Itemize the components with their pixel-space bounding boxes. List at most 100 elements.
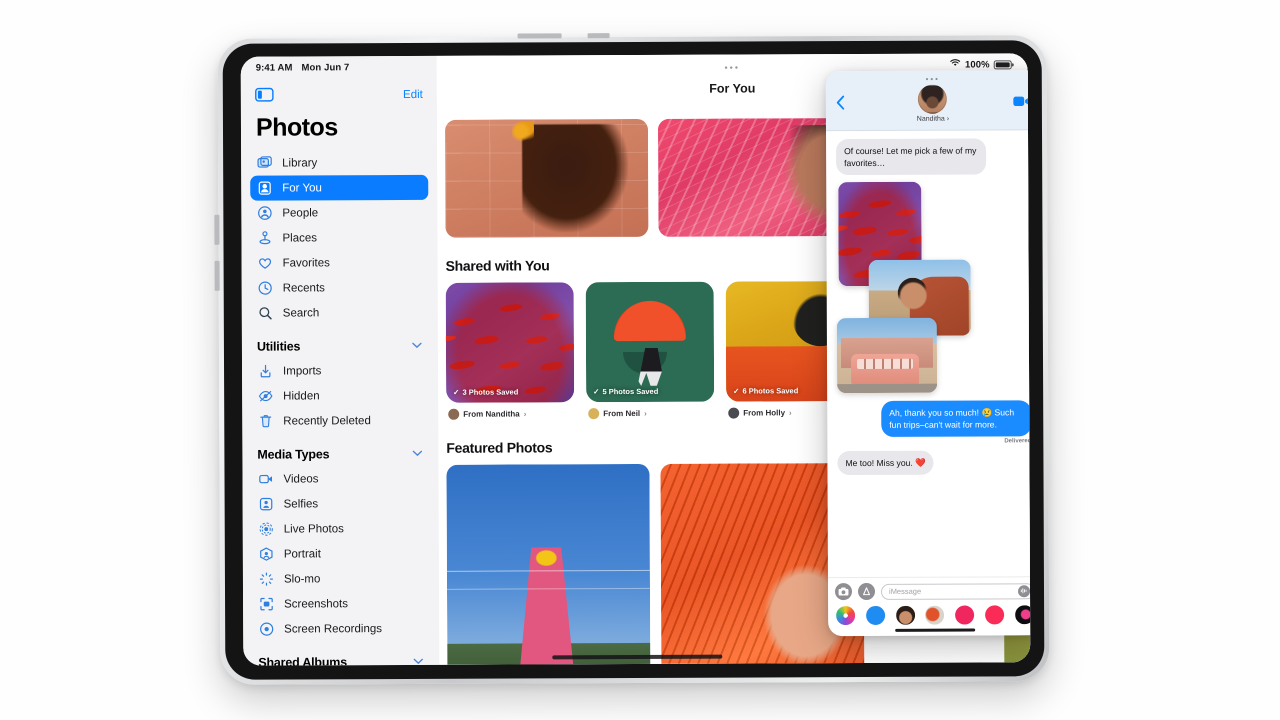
sidebar-item-label: Recently Deleted — [283, 414, 371, 428]
sidebar-group-media-types[interactable]: Media Types — [251, 433, 429, 467]
sidebar-item-label: Screen Recordings — [284, 622, 383, 636]
imessage-input[interactable]: iMessage — [880, 582, 1031, 600]
sidebar-item-label: Selfies — [283, 497, 319, 511]
sidebar-primary-list: Library For You People Places Favorites … — [241, 150, 439, 666]
photos-app-icon[interactable] — [836, 606, 856, 626]
screenshot-root: 9:41 AM Mon Jun 7 100% Edit Photos Libra… — [0, 0, 1280, 720]
sidebar-item-favorites[interactable]: Favorites — [251, 250, 429, 276]
sidebar-item-label: Places — [282, 231, 318, 245]
images-search-app-icon[interactable] — [955, 605, 975, 625]
shared-card-thumb[interactable]: ✓ 5 Photos Saved — [585, 281, 715, 403]
chevron-right-icon: › — [523, 409, 527, 419]
photos-sidebar: Edit Photos Library For You People Place… — [240, 55, 440, 666]
shared-photo-stack[interactable] — [836, 181, 1030, 397]
for-you-icon — [256, 180, 273, 197]
sidebar-item-portrait[interactable]: Portrait — [252, 541, 430, 567]
shared-card[interactable]: ✓ 5 Photos Saved From Neil › — [585, 281, 715, 420]
sidebar-item-label: Videos — [283, 472, 319, 486]
sidebar-item-for-you[interactable]: For You — [250, 174, 429, 201]
digital-touch-app-icon[interactable] — [1015, 605, 1031, 625]
sidebar-item-label: People — [282, 206, 319, 220]
sidebar-item-label: Library — [282, 156, 318, 170]
chevron-right-icon: › — [946, 115, 950, 123]
volume-buttons — [517, 33, 562, 39]
sidebar-item-search[interactable]: Search — [251, 300, 429, 326]
contact-avatar — [918, 84, 948, 114]
marigold-flowers — [511, 121, 535, 142]
sidebar-item-screen-recordings[interactable]: Screen Recordings — [252, 616, 430, 642]
search-icon — [257, 305, 274, 322]
sidebar-item-places[interactable]: Places — [250, 225, 428, 251]
message-row-incoming: Me too! Miss you. ❤️ — [837, 450, 1030, 476]
shared-card-thumb[interactable]: ✓ 3 Photos Saved — [445, 282, 575, 403]
left-nub-2 — [214, 260, 220, 291]
photos-saved-label: 6 Photos Saved — [742, 386, 799, 396]
sidebar-item-imports[interactable]: Imports — [251, 358, 429, 384]
multitask-grabber-icon[interactable]: ••• — [724, 63, 739, 73]
screen-recording-icon — [258, 621, 275, 638]
from-label: From Nanditha — [463, 409, 520, 419]
app-store-icon[interactable] — [857, 582, 876, 601]
video-camera-icon[interactable] — [1008, 94, 1030, 112]
chevron-down-icon[interactable] — [412, 448, 423, 459]
camera-icon[interactable] — [834, 583, 853, 601]
sidebar-item-label: Slo-mo — [283, 572, 321, 586]
sidebar-item-label: Recents — [282, 281, 325, 295]
memoji-app-icon[interactable] — [895, 605, 915, 625]
shared-card-from-row[interactable]: From Neil › — [586, 402, 714, 420]
sidebar-item-label: Screenshots — [284, 597, 349, 611]
sidebar-item-screenshots[interactable]: Screenshots — [252, 591, 430, 617]
audio-waveform-icon[interactable] — [1017, 584, 1031, 597]
sidebar-group-title: Shared Albums — [258, 655, 347, 666]
pink-bus-photo[interactable] — [836, 317, 938, 394]
sidebar-group-title: Media Types — [257, 447, 330, 462]
app-store-app-icon[interactable] — [865, 605, 885, 625]
sidebar-item-library[interactable]: Library — [250, 150, 428, 176]
sidebar-item-recently-deleted[interactable]: Recently Deleted — [251, 408, 429, 434]
marigold-shadow-photo[interactable] — [444, 118, 649, 238]
power-button — [587, 33, 610, 39]
messages-slide-over[interactable]: ••• Nanditha › Of course! Let me pick a … — [825, 70, 1031, 637]
sidebar-item-recents[interactable]: Recents — [251, 275, 429, 301]
chevron-down-icon[interactable] — [412, 340, 422, 351]
sidebar-item-slo-mo[interactable]: Slo-mo — [252, 566, 430, 592]
sidebar-top-row: Edit — [241, 82, 437, 105]
chevron-down-icon[interactable] — [413, 656, 424, 665]
messages-input-bar: iMessage — [827, 576, 1031, 604]
portrait-cube-icon — [258, 546, 275, 563]
messages-thread[interactable]: Of course! Let me pick a few of my favor… — [826, 130, 1031, 577]
shared-card-from-row[interactable]: From Nanditha › — [446, 402, 574, 420]
check-icon: ✓ — [733, 386, 740, 396]
music-app-icon[interactable] — [985, 605, 1005, 625]
messages-header: ••• Nanditha › — [825, 70, 1031, 132]
message-bubble-incoming[interactable]: Of course! Let me pick a few of my favor… — [836, 138, 987, 176]
sidebar-toggle-icon[interactable] — [255, 87, 275, 105]
sidebar-item-people[interactable]: People — [250, 200, 428, 226]
device-bezel: 9:41 AM Mon Jun 7 100% Edit Photos Libra… — [222, 40, 1045, 680]
contact-name: Nanditha › — [916, 115, 950, 123]
back-chevron-icon[interactable] — [836, 95, 858, 113]
contact-header[interactable]: Nanditha › — [916, 84, 950, 123]
slo-mo-icon — [258, 571, 275, 588]
message-row-outgoing: Ah, thank you so much! 😢 Such fun trips–… — [837, 400, 1031, 437]
imessage-placeholder: iMessage — [888, 586, 922, 596]
video-icon — [257, 471, 274, 488]
message-bubble-incoming[interactable]: Me too! Miss you. ❤️ — [837, 450, 934, 476]
clock-icon — [257, 280, 274, 297]
message-bubble-outgoing[interactable]: Ah, thank you so much! 😢 Such fun trips–… — [881, 400, 1031, 437]
photo-stack-icon — [256, 155, 273, 172]
edit-button[interactable]: Edit — [403, 89, 423, 101]
heart-icon — [257, 255, 274, 272]
sidebar-item-live-photos[interactable]: Live Photos — [252, 516, 430, 542]
sidebar-group-utilities[interactable]: Utilities — [251, 325, 429, 359]
sidebar-item-hidden[interactable]: Hidden — [251, 383, 429, 409]
page-title: Photos — [255, 113, 338, 142]
sidebar-group-shared-albums[interactable]: Shared Albums — [252, 641, 430, 666]
message-row-incoming: Of course! Let me pick a few of my favor… — [836, 138, 1030, 176]
stickers-app-icon[interactable] — [925, 605, 945, 625]
sidebar-item-selfies[interactable]: Selfies — [252, 491, 430, 517]
map-pin-icon — [256, 230, 273, 247]
sidebar-item-videos[interactable]: Videos — [251, 466, 429, 492]
girl-with-flowers-photo[interactable] — [446, 463, 651, 665]
shared-card[interactable]: ✓ 3 Photos Saved From Nanditha › — [445, 282, 575, 420]
